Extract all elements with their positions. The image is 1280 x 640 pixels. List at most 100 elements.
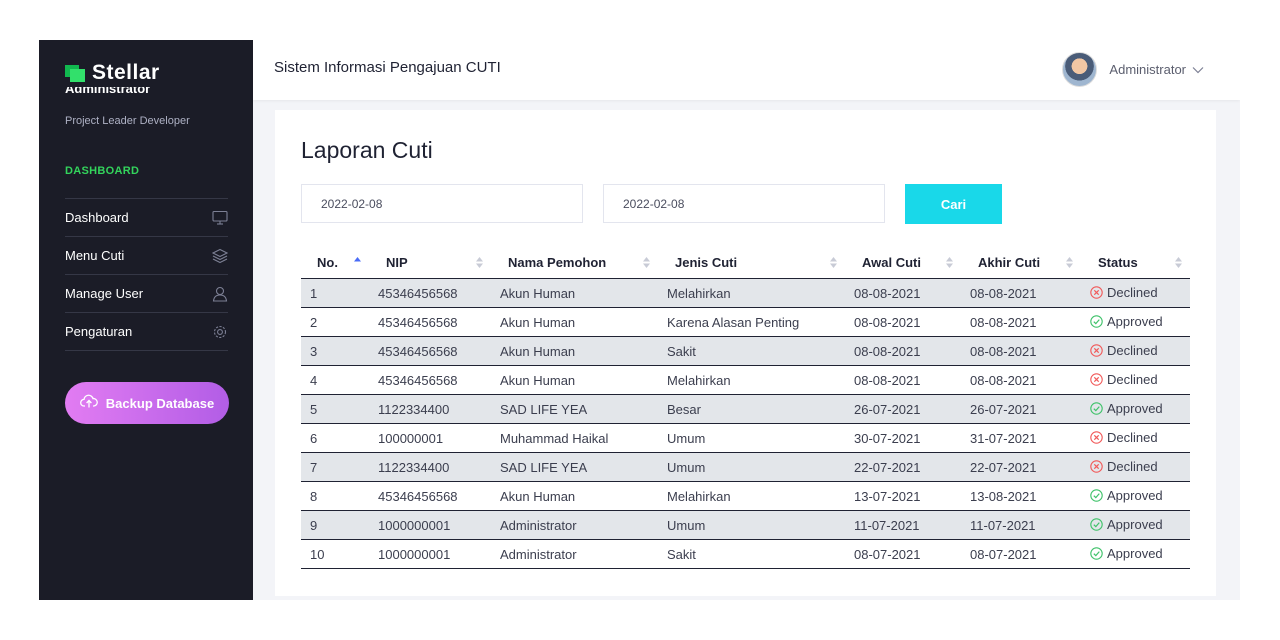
x-circle-icon xyxy=(1090,285,1107,299)
table-row[interactable]: 10 1000000001 Administrator Sakit 08-07-2021… xyxy=(301,539,1190,569)
status-label: Approved xyxy=(1107,516,1163,532)
cell-no: 10 xyxy=(301,539,369,569)
user-icon xyxy=(212,286,228,302)
status-label: Approved xyxy=(1107,400,1163,416)
cell-jenis: Umum xyxy=(658,510,845,540)
topbar-user-name: Administrator xyxy=(1109,62,1186,77)
cell-akhir: 08-08-2021 xyxy=(961,336,1081,366)
check-circle-icon xyxy=(1090,401,1107,415)
cell-no: 3 xyxy=(301,336,369,366)
sidebar-user-role: Project Leader Developer xyxy=(65,115,190,127)
cell-awal: 08-08-2021 xyxy=(845,307,961,337)
app-frame: Stellar Administrator Project Leader Dev… xyxy=(39,40,1240,600)
sort-icon xyxy=(1066,257,1073,268)
status-label: Declined xyxy=(1107,371,1158,387)
cell-status: Declined xyxy=(1081,278,1190,308)
cell-akhir: 11-07-2021 xyxy=(961,510,1081,540)
x-circle-icon xyxy=(1090,430,1107,444)
search-button[interactable]: Cari xyxy=(905,184,1002,224)
cell-jenis: Melahirkan xyxy=(658,365,845,395)
cell-akhir: 08-08-2021 xyxy=(961,278,1081,308)
status-label: Approved xyxy=(1107,487,1163,503)
sort-icon xyxy=(946,257,953,268)
check-circle-icon xyxy=(1090,314,1107,328)
sort-asc-icon xyxy=(354,257,361,262)
avatar[interactable] xyxy=(1062,52,1098,87)
date-from-input[interactable] xyxy=(301,184,583,223)
status-label: Declined xyxy=(1107,458,1158,474)
cell-nip: 1122334400 xyxy=(369,452,491,482)
cell-awal: 26-07-2021 xyxy=(845,394,961,424)
table-row[interactable]: 6 100000001 Muhammad Haikal Umum 30-07-2021 3… xyxy=(301,423,1190,453)
cell-awal: 08-07-2021 xyxy=(845,539,961,569)
column-header-label: NIP xyxy=(386,254,408,270)
table-row[interactable]: 2 45346456568 Akun Human Karena Alasan Pent… xyxy=(301,307,1190,337)
status-badge: Declined xyxy=(1090,372,1158,387)
sidebar: Stellar Administrator Project Leader Dev… xyxy=(39,40,253,600)
status-badge: Declined xyxy=(1090,459,1158,474)
topbar: Sistem Informasi Pengajuan CUTI Administ… xyxy=(253,40,1240,100)
cell-awal: 11-07-2021 xyxy=(845,510,961,540)
cell-nama: Administrator xyxy=(491,510,658,540)
table-row[interactable]: 8 45346456568 Akun Human Melahirkan 13-07-20… xyxy=(301,481,1190,511)
column-header-nip[interactable]: NIP xyxy=(369,246,491,279)
cell-status: Declined xyxy=(1081,423,1190,453)
column-header-label: Status xyxy=(1098,254,1138,270)
cell-jenis: Sakit xyxy=(658,336,845,366)
report-table: No. NIP Nama Pemohon Jenis Cuti Awal Cut… xyxy=(301,246,1190,569)
user-menu[interactable]: Administrator xyxy=(1062,52,1204,87)
column-header-label: Awal Cuti xyxy=(862,254,921,270)
sidebar-item-manage-user[interactable]: Manage User xyxy=(65,274,228,312)
table-row[interactable]: 9 1000000001 Administrator Umum 11-07-2021 11… xyxy=(301,510,1190,540)
table-row[interactable]: 4 45346456568 Akun Human Melahirkan 08-08-20… xyxy=(301,365,1190,395)
column-header-no[interactable]: No. xyxy=(301,246,369,279)
cell-no: 7 xyxy=(301,452,369,482)
app-title: Sistem Informasi Pengajuan CUTI xyxy=(274,59,501,76)
cell-jenis: Sakit xyxy=(658,539,845,569)
table-row[interactable]: 5 1122334400 SAD LIFE YEA Besar 26-07-2021 26… xyxy=(301,394,1190,424)
column-header-awal[interactable]: Awal Cuti xyxy=(845,246,961,279)
column-header-jenis[interactable]: Jenis Cuti xyxy=(658,246,845,279)
sidebar-item-pengaturan[interactable]: Pengaturan xyxy=(65,312,228,351)
table-body: 1 45346456568 Akun Human Melahirkan 08-08-20… xyxy=(301,278,1190,569)
table-row[interactable]: 7 1122334400 SAD LIFE YEA Umum 22-07-2021 22-… xyxy=(301,452,1190,482)
cell-akhir: 26-07-2021 xyxy=(961,394,1081,424)
cell-status: Approved xyxy=(1081,510,1190,540)
column-header-label: Akhir Cuti xyxy=(978,254,1041,270)
table-row[interactable]: 1 45346456568 Akun Human Melahirkan 08-08-20… xyxy=(301,278,1190,308)
column-header-label: No. xyxy=(317,254,338,270)
cell-akhir: 13-08-2021 xyxy=(961,481,1081,511)
cell-no: 4 xyxy=(301,365,369,395)
table-row[interactable]: 3 45346456568 Akun Human Sakit 08-08-2021 08-… xyxy=(301,336,1190,366)
brand[interactable]: Stellar xyxy=(65,60,160,86)
status-label: Approved xyxy=(1107,313,1163,329)
column-header-akhir[interactable]: Akhir Cuti xyxy=(961,246,1081,279)
cell-nama: Akun Human xyxy=(491,278,658,308)
sidebar-item-label: Pengaturan xyxy=(65,324,133,339)
sidebar-item-dashboard[interactable]: Dashboard xyxy=(65,198,228,236)
status-badge: Approved xyxy=(1090,488,1163,503)
sidebar-nav: Dashboard Menu Cuti Manage User Pengatur… xyxy=(65,198,228,351)
brand-name: Stellar xyxy=(92,61,160,84)
cell-akhir: 08-08-2021 xyxy=(961,307,1081,337)
column-header-nama[interactable]: Nama Pemohon xyxy=(491,246,658,279)
cell-jenis: Umum xyxy=(658,452,845,482)
status-label: Declined xyxy=(1107,284,1158,300)
status-badge: Approved xyxy=(1090,546,1163,561)
column-header-status[interactable]: Status xyxy=(1081,246,1190,279)
cell-status: Approved xyxy=(1081,307,1190,337)
sidebar-section-title: DASHBOARD xyxy=(65,165,140,177)
cell-nama: Akun Human xyxy=(491,336,658,366)
backup-database-button[interactable]: Backup Database xyxy=(65,382,229,424)
table-header-row: No. NIP Nama Pemohon Jenis Cuti Awal Cut… xyxy=(301,246,1190,279)
cell-akhir: 08-08-2021 xyxy=(961,365,1081,395)
cell-nama: SAD LIFE YEA xyxy=(491,452,658,482)
column-header-label: Nama Pemohon xyxy=(508,254,607,270)
cell-nip: 1000000001 xyxy=(369,510,491,540)
check-circle-icon xyxy=(1090,546,1107,560)
layers-icon xyxy=(212,248,228,264)
date-to-input[interactable] xyxy=(603,184,885,223)
sidebar-item-menu-cuti[interactable]: Menu Cuti xyxy=(65,236,228,274)
cell-status: Declined xyxy=(1081,336,1190,366)
column-header-label: Jenis Cuti xyxy=(675,254,738,270)
